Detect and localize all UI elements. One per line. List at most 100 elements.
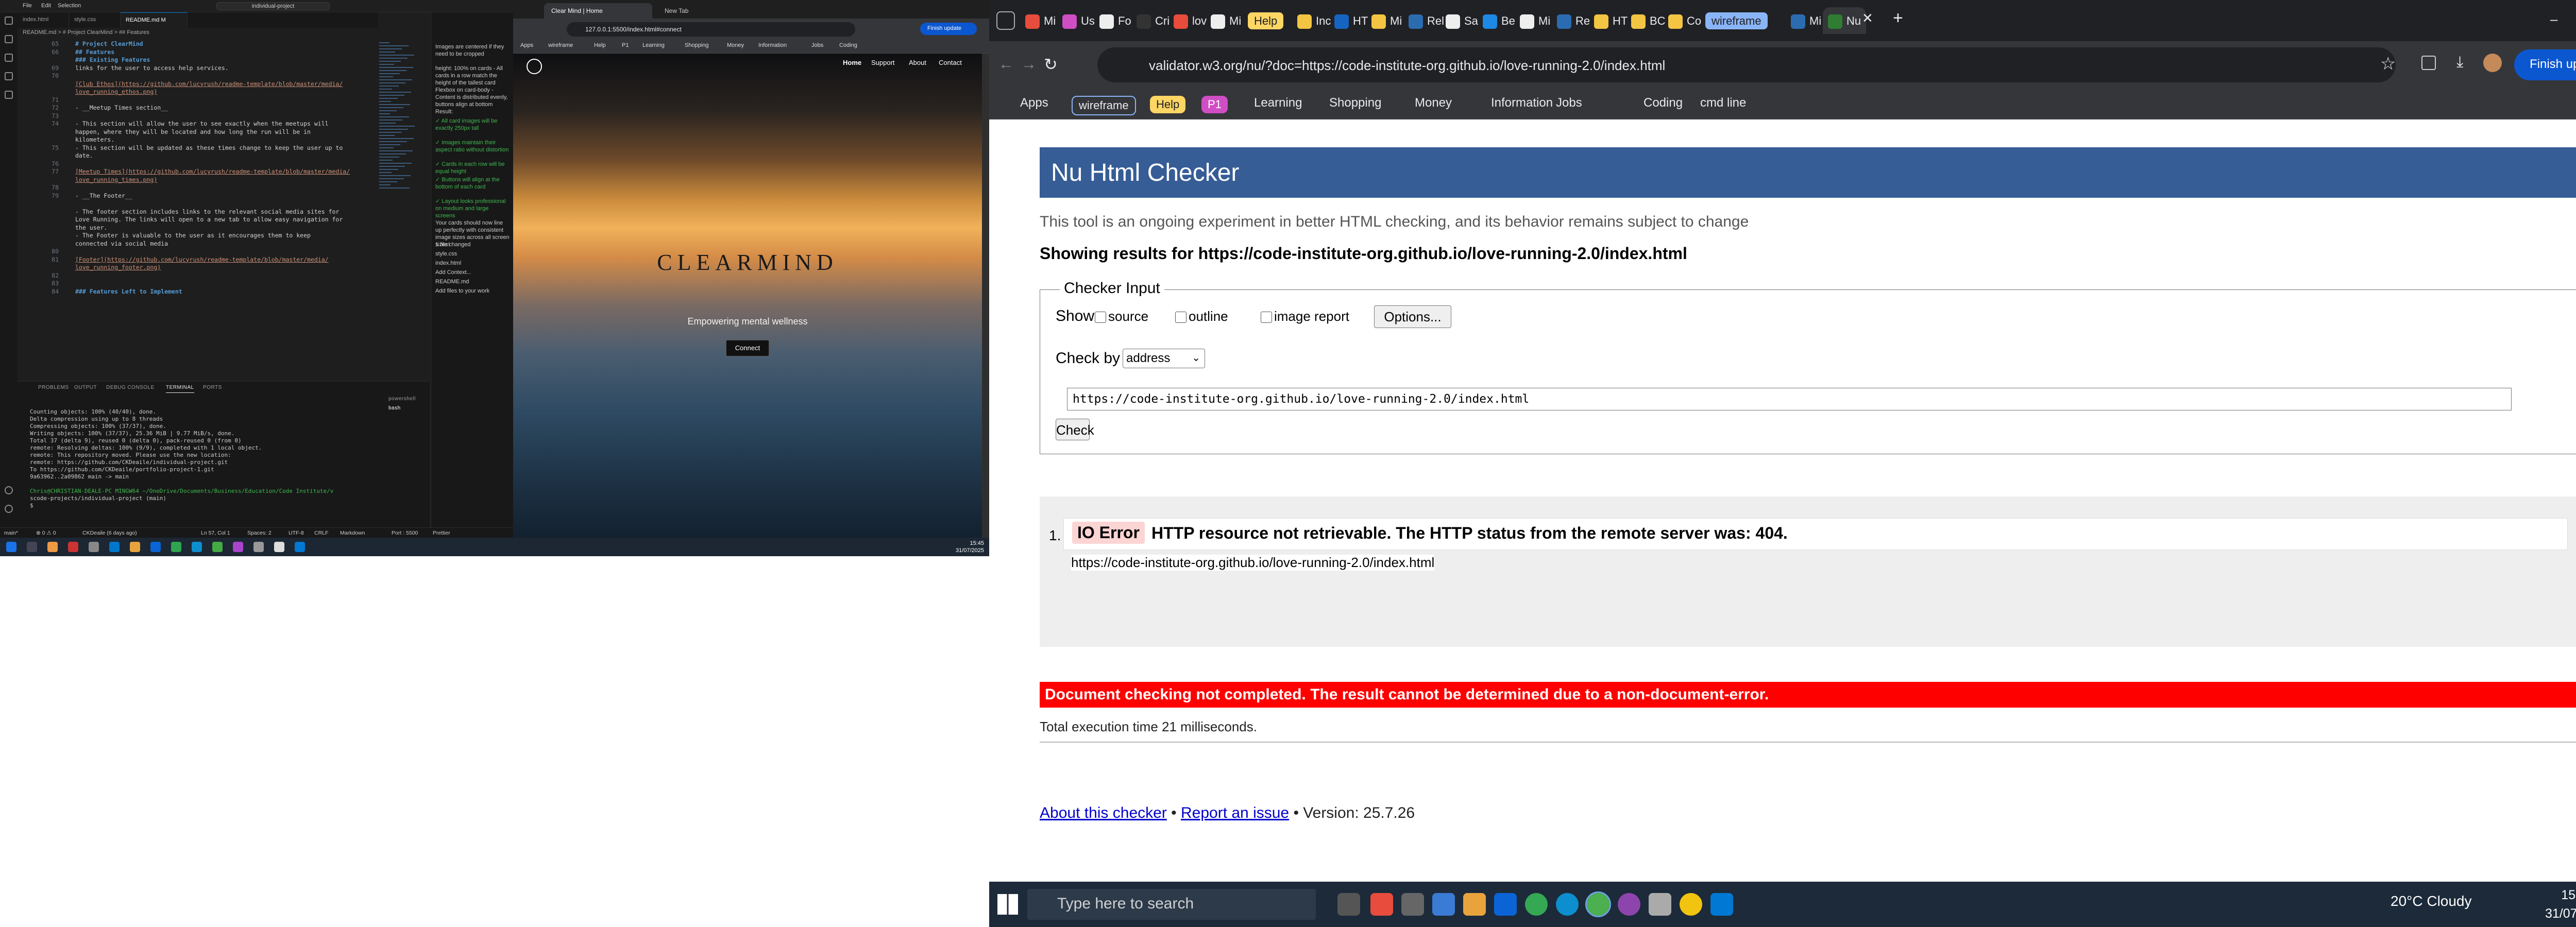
status-item[interactable]: main* bbox=[4, 530, 18, 536]
nav-support[interactable]: Support bbox=[871, 59, 895, 66]
bookmark-star-icon[interactable]: ☆ bbox=[2380, 54, 2396, 74]
status-item[interactable]: CKDeaile (6 days ago) bbox=[82, 530, 137, 536]
app-icon-1[interactable] bbox=[47, 542, 58, 552]
panel-tab-debug[interactable]: DEBUG CONSOLE bbox=[106, 385, 155, 390]
reload-icon[interactable]: ↻ bbox=[1044, 55, 1058, 74]
tab-search-icon[interactable] bbox=[996, 11, 1015, 30]
finish-update-button[interactable]: Finish update bbox=[2514, 49, 2576, 80]
app-icon-5[interactable] bbox=[253, 542, 264, 552]
minimap[interactable] bbox=[376, 38, 417, 373]
browser-tab[interactable]: Mi bbox=[1020, 7, 1061, 34]
outlook-taskbar-icon[interactable] bbox=[150, 542, 161, 552]
status-item[interactable]: Ln 57, Col 1 bbox=[201, 530, 230, 536]
emoji-icon[interactable] bbox=[1680, 893, 1702, 916]
command-center[interactable]: individual-project bbox=[216, 2, 330, 10]
clock[interactable]: 15:45 31/07/2025 bbox=[2545, 886, 2576, 923]
app-icon-grey[interactable] bbox=[1649, 893, 1671, 916]
terminal-bash[interactable]: bash bbox=[388, 405, 401, 411]
browser-tab[interactable]: Mi bbox=[1515, 7, 1555, 34]
app-icon-4[interactable] bbox=[233, 542, 243, 552]
mini-scrollbar[interactable] bbox=[982, 54, 989, 538]
mini-bookmark[interactable]: Apps bbox=[520, 42, 533, 48]
settings-taskbar-icon[interactable] bbox=[89, 542, 99, 552]
browser-tab[interactable]: Sa bbox=[1440, 7, 1483, 34]
extensions-icon[interactable] bbox=[5, 91, 13, 99]
left-clock[interactable]: 15:45 31/07/2025 bbox=[956, 540, 984, 554]
nav-home[interactable]: Home bbox=[843, 59, 861, 66]
panel-tab-output[interactable]: OUTPUT bbox=[74, 385, 97, 390]
mini-tab-newtab[interactable]: New Tab bbox=[657, 3, 766, 19]
menu-file[interactable]: File bbox=[23, 3, 32, 9]
options-button[interactable]: Options... bbox=[1374, 305, 1451, 328]
back-icon[interactable]: ← bbox=[998, 56, 1014, 73]
bookmark-item[interactable]: Shopping bbox=[1329, 96, 1381, 110]
taskbar-search[interactable]: Type here to search bbox=[1027, 889, 1316, 920]
browser-tab[interactable]: Mi bbox=[1786, 7, 1826, 34]
panel-tab-problems[interactable]: PROBLEMS bbox=[38, 385, 69, 390]
app-icon-3[interactable] bbox=[109, 542, 120, 552]
bookmark-item[interactable]: cmd line bbox=[1700, 96, 1746, 110]
source-control-icon[interactable] bbox=[5, 54, 13, 62]
explorer-icon[interactable] bbox=[5, 16, 13, 25]
browser-tab[interactable]: Help bbox=[1243, 7, 1289, 34]
image-report-checkbox[interactable] bbox=[1261, 312, 1272, 323]
menu-selection[interactable]: Selection bbox=[58, 3, 81, 9]
option-image-report[interactable]: image report bbox=[1261, 308, 1349, 324]
bookmark-item[interactable]: Learning bbox=[1254, 96, 1302, 110]
forward-icon[interactable]: → bbox=[1021, 56, 1037, 73]
mini-bookmark[interactable]: Money bbox=[727, 42, 744, 48]
bookmark-item[interactable]: Coding bbox=[1643, 96, 1683, 110]
browser-tab[interactable]: Mi bbox=[1206, 7, 1246, 34]
gear-icon[interactable] bbox=[5, 505, 13, 513]
chrome-taskbar-icon[interactable] bbox=[171, 542, 181, 552]
connect-button[interactable]: Connect bbox=[726, 340, 769, 356]
breadcrumb[interactable]: README.md > # Project ClearMind > ## Fea… bbox=[18, 28, 378, 38]
nav-about[interactable]: About bbox=[909, 59, 926, 66]
start-icon[interactable] bbox=[6, 542, 16, 552]
bookmark-item[interactable]: Information bbox=[1491, 96, 1553, 110]
bookmark-item[interactable]: wireframe bbox=[1072, 96, 1136, 115]
browser-tab[interactable]: wireframe bbox=[1700, 7, 1773, 34]
media-player-icon[interactable] bbox=[1337, 893, 1360, 916]
mini-finish-update-button[interactable]: Finish update bbox=[920, 23, 977, 35]
mini-address-bar[interactable]: 127.0.0.1:5500/index.html#connect bbox=[567, 22, 855, 37]
browser-tab[interactable]: Mi bbox=[1366, 7, 1407, 34]
tab-readme[interactable]: README.md M bbox=[121, 12, 188, 28]
download-icon[interactable]: ⤓ bbox=[2456, 54, 2463, 71]
status-item[interactable]: Markdown bbox=[340, 530, 365, 536]
mini-bookmark[interactable]: P1 bbox=[622, 42, 629, 48]
option-source[interactable]: source bbox=[1095, 308, 1148, 324]
bookmark-item[interactable]: P1 bbox=[1201, 96, 1228, 113]
app-icon-6[interactable] bbox=[274, 542, 284, 552]
report-issue-link[interactable]: Report an issue bbox=[1181, 804, 1289, 821]
mini-bookmark[interactable]: Coding bbox=[839, 42, 857, 48]
tab-index-html[interactable]: index.html bbox=[18, 12, 69, 28]
extensions-icon[interactable] bbox=[2421, 56, 2436, 70]
weather-widget[interactable]: 20°C Cloudy bbox=[2391, 893, 2472, 909]
settings-icon[interactable] bbox=[1401, 893, 1424, 916]
check-button[interactable]: Check bbox=[1056, 419, 1094, 440]
status-item[interactable]: Port : 5500 bbox=[392, 530, 418, 536]
search-icon[interactable] bbox=[5, 35, 13, 43]
outline-checkbox[interactable] bbox=[1175, 312, 1187, 323]
terminal-powershell[interactable]: powershell bbox=[388, 396, 416, 402]
profile-avatar[interactable] bbox=[2483, 54, 2502, 72]
bookmark-item[interactable]: Apps bbox=[1020, 96, 1048, 110]
clearmind-logo-icon[interactable] bbox=[527, 59, 542, 74]
status-item[interactable]: CRLF bbox=[314, 530, 328, 536]
explorer-taskbar-icon[interactable] bbox=[130, 542, 140, 552]
mini-bookmark[interactable]: Help bbox=[594, 42, 606, 48]
minimize-icon[interactable]: – bbox=[2550, 11, 2557, 27]
mini-bookmark[interactable]: Learning bbox=[642, 42, 665, 48]
status-item[interactable]: UTF-8 bbox=[289, 530, 304, 536]
vscode-taskbar-icon[interactable] bbox=[295, 542, 305, 552]
account-icon[interactable] bbox=[5, 486, 13, 494]
chrome-icon[interactable] bbox=[1525, 893, 1548, 916]
check-by-select[interactable]: address ⌄ bbox=[1123, 349, 1205, 368]
browser-tab[interactable]: Fo bbox=[1094, 7, 1137, 34]
windows-start-icon[interactable] bbox=[997, 894, 1018, 915]
browser-tab[interactable]: Nu bbox=[1823, 7, 1867, 34]
new-tab-icon[interactable]: + bbox=[1893, 8, 1903, 28]
bookmark-item[interactable]: Jobs bbox=[1556, 96, 1582, 110]
edge-taskbar-icon[interactable] bbox=[192, 542, 202, 552]
